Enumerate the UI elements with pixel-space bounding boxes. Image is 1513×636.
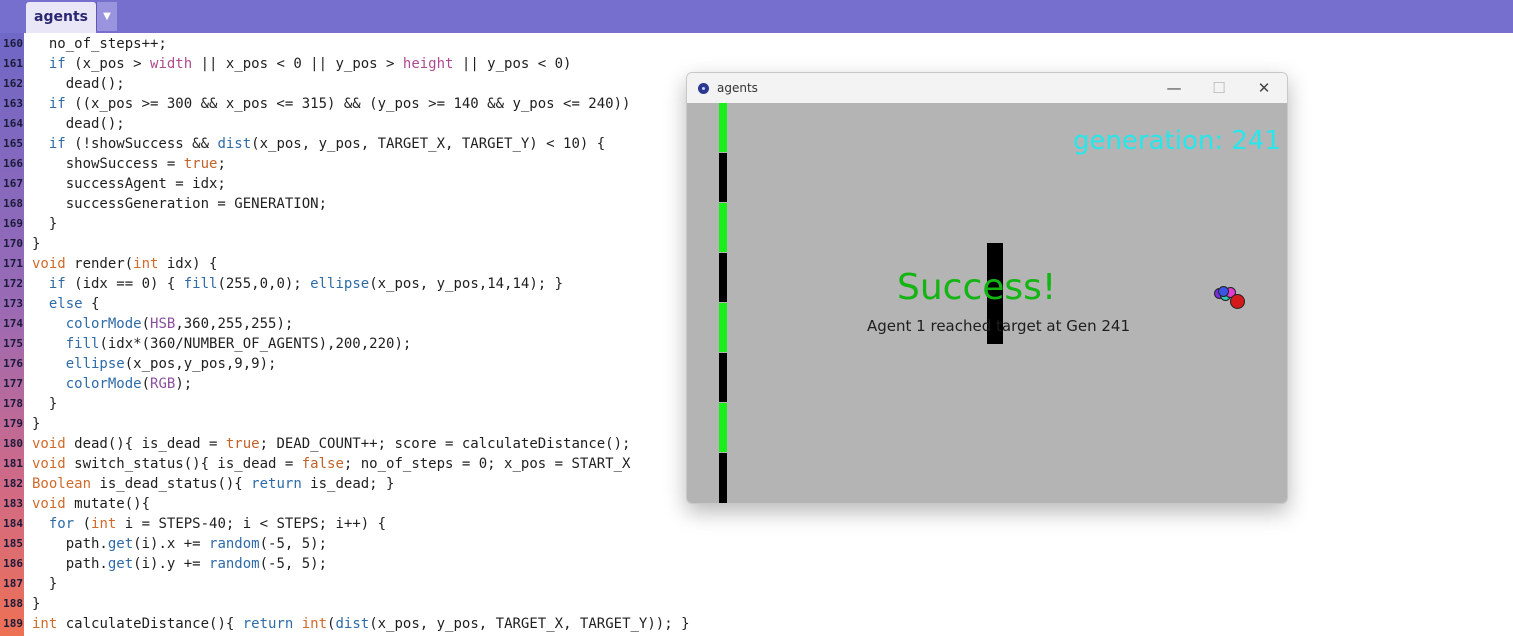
- line-number: 180: [3, 437, 23, 450]
- code-line: successGeneration = GENERATION;: [32, 196, 328, 212]
- code-line: }: [32, 596, 41, 612]
- code-line: for (int i = STEPS-40; i < STEPS; i++) {: [48, 516, 387, 532]
- code-line: path.get(i).x += random(-5, 5);: [32, 536, 328, 552]
- line-number: 162: [3, 77, 23, 90]
- code-line: if (x_pos > width || x_pos < 0 || y_pos …: [48, 56, 572, 72]
- success-message: Agent 1 reached target at Gen 241: [867, 317, 1130, 335]
- line-number: 183: [3, 497, 23, 510]
- line-number: 171: [3, 257, 23, 270]
- tab-agents[interactable]: agents: [26, 2, 96, 33]
- code-line: ellipse(x_pos,y_pos,9,9);: [65, 356, 277, 372]
- maximize-button[interactable]: ☐: [1196, 73, 1242, 103]
- code-line: }: [32, 416, 41, 432]
- line-number: 164: [3, 117, 23, 130]
- code-line: fill(idx*(360/NUMBER_OF_AGENTS),200,220)…: [65, 336, 412, 352]
- line-number: 188: [3, 597, 23, 610]
- code-line: colorMode(RGB);: [65, 376, 193, 392]
- code-line: showSuccess = true;: [32, 156, 226, 172]
- sketch-window-title: agents: [717, 81, 758, 95]
- line-number: 170: [3, 237, 23, 250]
- line-number: 169: [3, 217, 23, 230]
- tab-menu-dropdown-icon[interactable]: ▼: [96, 2, 117, 31]
- line-number: 189: [3, 617, 23, 630]
- line-number: 176: [3, 357, 23, 370]
- processing-app-icon: [698, 83, 709, 94]
- code-line: no_of_steps++;: [32, 36, 167, 52]
- line-number: 182: [3, 477, 23, 490]
- minimize-button[interactable]: —: [1151, 73, 1197, 103]
- wall-segment-black: [719, 153, 727, 202]
- line-number: 186: [3, 557, 23, 570]
- line-number: 181: [3, 457, 23, 470]
- line-number: 185: [3, 537, 23, 550]
- line-number-gutter: 160 161 162 163 164 165 166 167 168 169 170 171 172 1…: [0, 33, 24, 636]
- success-title: Success!: [897, 267, 1057, 308]
- code-line: path.get(i).y += random(-5, 5);: [32, 556, 328, 572]
- line-number: 165: [3, 137, 23, 150]
- line-number: 167: [3, 177, 23, 190]
- code-line: else {: [48, 296, 100, 312]
- line-number: 172: [3, 277, 23, 290]
- code-line: void dead(){ is_dead = true; DEAD_COUNT+…: [32, 436, 631, 452]
- line-number: 166: [3, 157, 23, 170]
- line-number: 178: [3, 397, 23, 410]
- wall-segment-green: [719, 303, 727, 352]
- code-line: int calculateDistance(){ return int(dist…: [32, 616, 690, 632]
- agent-dot: [1218, 286, 1229, 297]
- wall-segment-green: [719, 103, 727, 152]
- code-line: Boolean is_dead_status(){ return is_dead…: [32, 476, 395, 492]
- code-line: if (!showSuccess && dist(x_pos, y_pos, T…: [48, 136, 606, 152]
- line-number: 177: [3, 377, 23, 390]
- code-line: dead();: [32, 76, 125, 92]
- sketch-window[interactable]: agents — ☐ ✕ generation: 241 Success! Ag…: [686, 72, 1288, 504]
- generation-label: generation: 241: [1072, 126, 1281, 156]
- agent-best-dot: [1230, 294, 1245, 309]
- wall-segment-black: [719, 453, 727, 503]
- code-line: }: [32, 236, 41, 252]
- code-line: void render(int idx) {: [32, 256, 218, 272]
- code-line: if (idx == 0) { fill(255,0,0); ellipse(x…: [48, 276, 564, 292]
- line-number: 160: [3, 37, 23, 50]
- code-line: }: [32, 396, 58, 412]
- line-number: 174: [3, 317, 23, 330]
- code-line: }: [32, 576, 58, 592]
- code-line: void switch_status(){ is_dead = false; n…: [32, 456, 631, 472]
- close-button[interactable]: ✕: [1241, 73, 1287, 103]
- line-number: 168: [3, 197, 23, 210]
- line-number: 184: [3, 517, 23, 530]
- code-line: dead();: [32, 116, 125, 132]
- line-number: 187: [3, 577, 23, 590]
- code-line: colorMode(HSB,360,255,255);: [65, 316, 294, 332]
- code-line: successAgent = idx;: [32, 176, 226, 192]
- wall-segment-green: [719, 203, 727, 252]
- code-line: }: [32, 216, 58, 232]
- code-line: if ((x_pos >= 300 && x_pos <= 315) && (y…: [48, 96, 631, 112]
- line-number: 173: [3, 297, 23, 310]
- wall-segment-green: [719, 403, 727, 452]
- line-number: 175: [3, 337, 23, 350]
- sketch-titlebar[interactable]: agents — ☐ ✕: [687, 73, 1287, 103]
- sketch-canvas[interactable]: generation: 241 Success! Agent 1 reached…: [687, 103, 1287, 503]
- editor-tab-bar: agents ▼: [0, 0, 1513, 33]
- wall-segment-black: [719, 353, 727, 402]
- wall-segment-black: [719, 253, 727, 302]
- code-line: void mutate(){: [32, 496, 151, 512]
- line-number: 161: [3, 57, 23, 70]
- line-number: 179: [3, 417, 23, 430]
- line-number: 163: [3, 97, 23, 110]
